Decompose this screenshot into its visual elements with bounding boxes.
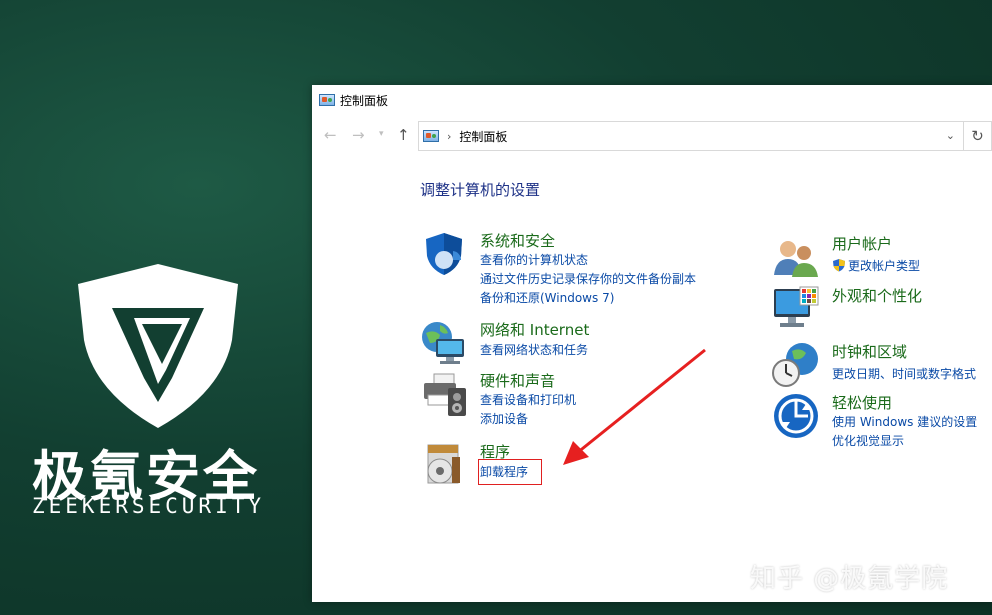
link-file-history-backup[interactable]: 通过文件历史记录保存你的文件备份副本: [480, 270, 696, 287]
zhihu-watermark: 知乎 @极氪学院: [750, 564, 949, 594]
programs-disc-icon: [427, 444, 460, 484]
control-panel-icon: [423, 130, 439, 142]
link-optimize-visual-display[interactable]: 优化视觉显示: [832, 432, 904, 449]
printer-speaker-icon: [424, 373, 466, 416]
window-title: 控制面板: [340, 93, 389, 108]
brand-name-en: ZEEKERSECURITY: [32, 494, 266, 518]
ease-of-access-icon: [774, 394, 818, 438]
display-palette-icon: [774, 286, 819, 327]
uninstall-highlight-box: [478, 459, 542, 485]
forward-arrow-icon[interactable]: →: [352, 126, 365, 144]
refresh-icon[interactable]: ↻: [964, 121, 992, 151]
page-heading: 调整计算机的设置: [420, 181, 541, 199]
category-title[interactable]: 网络和 Internet: [480, 319, 589, 340]
annotation-arrow-icon: [563, 348, 706, 465]
link-backup-restore[interactable]: 备份和还原(Windows 7): [480, 289, 614, 306]
back-arrow-icon[interactable]: ←: [324, 126, 337, 144]
up-arrow-icon[interactable]: ↑: [397, 126, 410, 144]
address-bar[interactable]: › 控制面板 ⌄: [418, 121, 964, 151]
breadcrumb-control-panel[interactable]: 控制面板: [459, 128, 507, 145]
link-add-device[interactable]: 添加设备: [480, 410, 528, 427]
clock-globe-icon: [772, 343, 818, 387]
category-title[interactable]: 外观和个性化: [832, 285, 922, 306]
link-label: 更改帐户类型: [848, 259, 921, 273]
link-change-account-type[interactable]: 更改帐户类型: [832, 257, 920, 274]
recent-locations-chevron-icon[interactable]: ▾: [379, 129, 384, 139]
uac-shield-icon: [833, 259, 845, 272]
category-title[interactable]: 轻松使用: [832, 392, 892, 413]
category-title[interactable]: 时钟和区域: [832, 341, 907, 362]
control-panel-window: 控制面板 ← → ▾ ↑ › 控制面板 ⌄ ↻ 调整计算机的设置 系统和安全 查…: [312, 85, 992, 602]
breadcrumb-separator-icon[interactable]: ›: [447, 130, 451, 143]
shield-icon: [426, 233, 462, 275]
chevron-down-icon[interactable]: ⌄: [946, 129, 955, 142]
network-globe-icon: [422, 322, 464, 364]
category-title[interactable]: 系统和安全: [480, 230, 555, 251]
control-panel-icon: [319, 94, 335, 106]
users-icon: [774, 241, 818, 277]
zeeker-logo-icon: [78, 264, 238, 428]
link-change-date-time-format[interactable]: 更改日期、时间或数字格式: [832, 365, 976, 382]
title-bar: 控制面板: [312, 85, 992, 115]
navigation-bar: ← → ▾ ↑ › 控制面板 ⌄ ↻: [312, 121, 992, 151]
category-title[interactable]: 硬件和声音: [480, 370, 555, 391]
link-view-computer-status[interactable]: 查看你的计算机状态: [480, 251, 588, 268]
category-title[interactable]: 用户帐户: [832, 233, 892, 254]
link-windows-recommended-settings[interactable]: 使用 Windows 建议的设置: [832, 413, 977, 430]
